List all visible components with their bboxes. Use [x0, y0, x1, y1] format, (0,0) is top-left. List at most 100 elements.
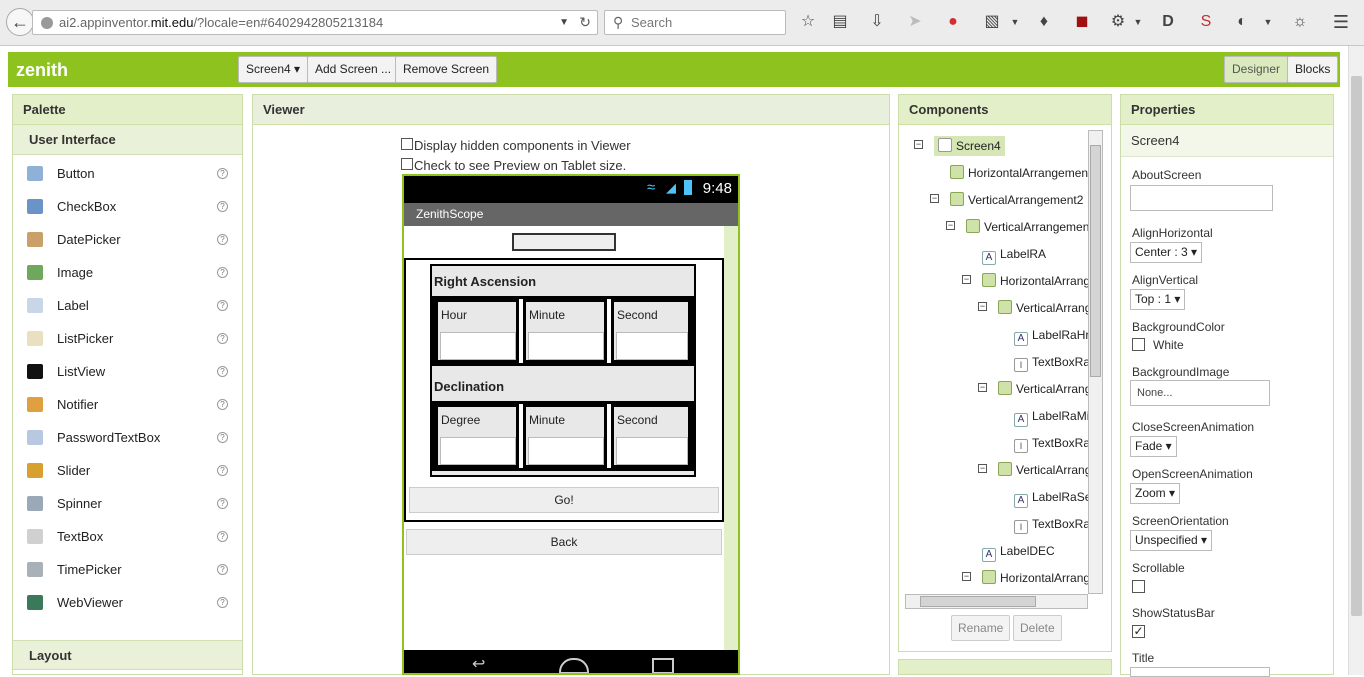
page-scrollbar[interactable]: [1348, 46, 1364, 675]
dropdown-icon[interactable]: ▼: [1005, 12, 1025, 32]
help-icon[interactable]: ?: [217, 267, 228, 278]
help-icon[interactable]: ?: [217, 366, 228, 377]
remove-screen-button[interactable]: Remove Screen: [395, 56, 498, 83]
palette-item-image[interactable]: Image?: [13, 256, 242, 289]
palette-item-passwordtextbox[interactable]: PasswordTextBox?: [13, 421, 242, 454]
palette-item-slider[interactable]: Slider?: [13, 454, 242, 487]
palette-item-spinner[interactable]: Spinner?: [13, 487, 242, 520]
screen-orientation-select[interactable]: Unspecified ▾: [1130, 530, 1213, 551]
back-button[interactable]: Back: [406, 529, 722, 555]
horizontal-arrangement-3[interactable]: Degree Minute Second: [432, 401, 694, 471]
textbox-dec-degree[interactable]: [440, 437, 516, 465]
extension-c-icon[interactable]: ◐: [1232, 12, 1252, 32]
tree-node[interactable]: HorizontalArrangement1: [950, 163, 1096, 183]
help-icon[interactable]: ?: [217, 531, 228, 542]
tree-node[interactable]: − HorizontalArrangement3: [962, 568, 1096, 588]
extension-dark-icon[interactable]: ♦: [1034, 12, 1054, 32]
help-icon[interactable]: ?: [217, 234, 228, 245]
globe-settings-icon[interactable]: ☼: [1290, 12, 1310, 32]
palette-item-button[interactable]: Button?: [13, 157, 242, 190]
tree-horizontal-scrollbar[interactable]: [905, 594, 1088, 609]
ra-second-cell[interactable]: Second: [611, 299, 691, 363]
tree-node[interactable]: − VerticalArrangement5: [978, 379, 1096, 399]
textbox-ra-second[interactable]: [616, 332, 688, 360]
collapse-toggle-icon[interactable]: −: [978, 464, 987, 473]
tree-node[interactable]: − VerticalArrangement2: [930, 190, 1083, 210]
vertical-arrangement-2[interactable]: Right Ascension Hour Minute Second Decli…: [404, 258, 724, 522]
tree-node[interactable]: I TextBoxRaSec: [1014, 514, 1096, 534]
designer-button[interactable]: Designer: [1224, 56, 1289, 83]
help-icon[interactable]: ?: [217, 168, 228, 179]
horizontal-arrangement-1[interactable]: [512, 233, 616, 251]
collapse-toggle-icon[interactable]: −: [930, 194, 939, 203]
add-screen-button[interactable]: Add Screen ...: [307, 56, 400, 83]
about-screen-textarea[interactable]: [1130, 185, 1273, 211]
reload-icon[interactable]: ↻: [579, 11, 591, 34]
tree-node[interactable]: A LabelRaHr: [1014, 325, 1089, 346]
align-vertical-select[interactable]: Top : 1 ▾: [1130, 289, 1186, 310]
dropdown-arrow-icon[interactable]: ▼: [559, 11, 569, 34]
palette-item-datepicker[interactable]: DatePicker?: [13, 223, 242, 256]
help-icon[interactable]: ?: [217, 432, 228, 443]
download-icon[interactable]: ⇩: [867, 12, 887, 32]
title-input[interactable]: [1130, 667, 1270, 677]
tree-node[interactable]: A LabelRA: [982, 244, 1046, 265]
tree-node[interactable]: − VerticalArrangement6: [978, 460, 1096, 480]
delete-button[interactable]: Delete: [1013, 615, 1062, 641]
palette-item-notifier[interactable]: Notifier?: [13, 388, 242, 421]
collapse-toggle-icon[interactable]: −: [978, 383, 987, 392]
open-animation-select[interactable]: Zoom ▾: [1130, 483, 1181, 504]
tree-node[interactable]: − VerticalArrangement3: [946, 217, 1096, 237]
ra-minute-cell[interactable]: Minute: [523, 299, 607, 363]
url-bar[interactable]: ai2.appinventor.mit.edu/?locale=en#64029…: [32, 10, 598, 35]
ra-hour-cell[interactable]: Hour: [435, 299, 519, 363]
horizontal-arrangement-2[interactable]: Hour Minute Second: [432, 296, 694, 366]
category-user-interface[interactable]: User Interface: [13, 125, 242, 155]
hamburger-menu-icon[interactable]: ☰: [1331, 12, 1351, 32]
ublock-icon[interactable]: ◼: [1072, 12, 1092, 32]
help-icon[interactable]: ?: [217, 498, 228, 509]
tree-node[interactable]: − HorizontalArrangement2: [962, 271, 1096, 291]
tablet-preview-checkbox[interactable]: [401, 158, 413, 170]
palette-item-listview[interactable]: ListView?: [13, 355, 242, 388]
screen-select-button[interactable]: Screen4 ▾: [238, 56, 309, 83]
scrollbar-thumb[interactable]: [1351, 76, 1362, 616]
show-status-bar-checkbox[interactable]: ✓: [1132, 625, 1145, 638]
tree-node[interactable]: I TextBoxRaMin: [1014, 433, 1096, 453]
help-icon[interactable]: ?: [217, 597, 228, 608]
collapse-toggle-icon[interactable]: −: [914, 140, 923, 149]
background-image-input[interactable]: None...: [1130, 380, 1270, 406]
tree-node[interactable]: − VerticalArrangement4: [978, 298, 1096, 318]
extension-d-icon[interactable]: D: [1158, 12, 1178, 32]
align-horizontal-select[interactable]: Center : 3 ▾: [1130, 242, 1203, 263]
scrollbar-thumb[interactable]: [1090, 145, 1101, 377]
palette-item-checkbox[interactable]: CheckBox?: [13, 190, 242, 223]
go-button[interactable]: Go!: [409, 487, 719, 513]
tree-node[interactable]: A LabelRaSec: [1014, 487, 1096, 508]
dec-degree-cell[interactable]: Degree: [435, 404, 519, 468]
help-icon[interactable]: ?: [217, 564, 228, 575]
palette-item-timepicker[interactable]: TimePicker?: [13, 553, 242, 586]
bookmark-star-icon[interactable]: ☆: [798, 12, 818, 32]
tree-node[interactable]: I TextBoxRaHr: [1014, 352, 1096, 372]
help-icon[interactable]: ?: [217, 201, 228, 212]
blocks-button[interactable]: Blocks: [1287, 56, 1339, 83]
collapse-toggle-icon[interactable]: −: [962, 275, 971, 284]
category-layout[interactable]: Layout: [13, 640, 242, 670]
vertical-arrangement-3[interactable]: Right Ascension Hour Minute Second Decli…: [430, 264, 696, 477]
textbox-dec-minute[interactable]: [528, 437, 604, 465]
dropdown-icon[interactable]: ▼: [1258, 12, 1278, 32]
background-color-swatch[interactable]: [1132, 338, 1145, 351]
extension-colors-icon[interactable]: ●: [943, 12, 963, 32]
textbox-dec-second[interactable]: [616, 437, 688, 465]
help-icon[interactable]: ?: [217, 300, 228, 311]
palette-item-textbox[interactable]: TextBox?: [13, 520, 242, 553]
rename-button[interactable]: Rename: [951, 615, 1011, 641]
help-icon[interactable]: ?: [217, 333, 228, 344]
textbox-ra-hour[interactable]: [440, 332, 516, 360]
collapse-toggle-icon[interactable]: −: [978, 302, 987, 311]
tree-node[interactable]: A LabelRaMin: [1014, 406, 1096, 427]
dec-second-cell[interactable]: Second: [611, 404, 691, 468]
display-hidden-checkbox[interactable]: [401, 138, 413, 150]
scrollbar-thumb[interactable]: [920, 596, 1036, 607]
